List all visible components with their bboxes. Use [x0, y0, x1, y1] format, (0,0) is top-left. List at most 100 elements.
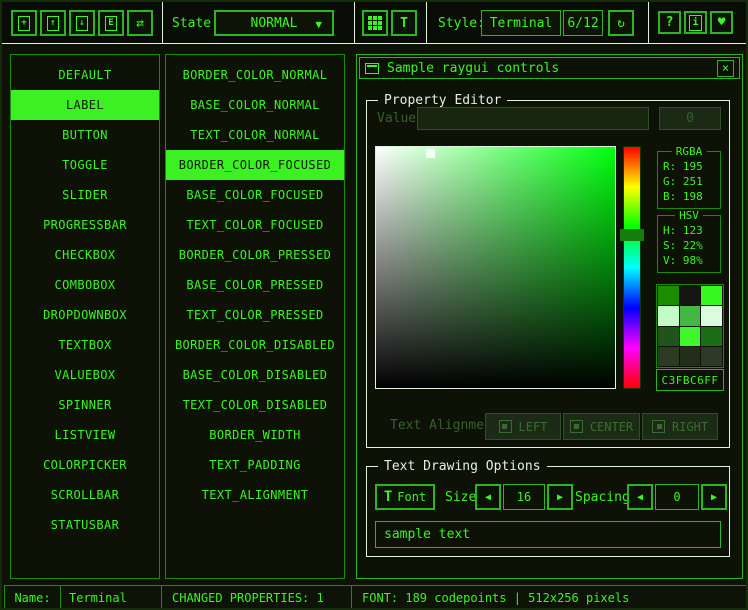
- hue-bar[interactable]: [623, 146, 641, 389]
- list-item-property[interactable]: BORDER_COLOR_DISABLED: [166, 330, 344, 360]
- load-style-button[interactable]: ↑: [40, 10, 66, 36]
- style-counter-box: 6/12: [563, 10, 603, 36]
- list-item-property[interactable]: BASE_COLOR_FOCUSED: [166, 180, 344, 210]
- list-item-textbox[interactable]: TEXTBOX: [11, 330, 159, 360]
- help-button[interactable]: ?: [658, 11, 681, 34]
- palette-swatch[interactable]: [658, 306, 679, 325]
- list-item-colorpicker[interactable]: COLORPICKER: [11, 450, 159, 480]
- list-item-property[interactable]: TEXT_COLOR_FOCUSED: [166, 210, 344, 240]
- spacing-value: 0: [673, 490, 680, 504]
- palette-swatch[interactable]: [658, 286, 679, 305]
- controls-list: DEFAULT LABEL BUTTON TOGGLE SLIDER PROGR…: [10, 54, 160, 579]
- list-item-scrollbar[interactable]: SCROLLBAR: [11, 480, 159, 510]
- list-item-property[interactable]: TEXT_COLOR_PRESSED: [166, 300, 344, 330]
- list-item-property[interactable]: BORDER_COLOR_PRESSED: [166, 240, 344, 270]
- sponsor-button[interactable]: ♥: [710, 11, 733, 34]
- export-style-button[interactable]: E: [98, 10, 124, 36]
- list-item-property[interactable]: BASE_COLOR_NORMAL: [166, 90, 344, 120]
- color-picker-panel[interactable]: [375, 146, 616, 389]
- color-picker-cursor[interactable]: [426, 149, 435, 158]
- font-editor-button[interactable]: T: [391, 10, 417, 36]
- save-style-button[interactable]: ↓: [69, 10, 95, 36]
- list-item-property[interactable]: TEXT_COLOR_NORMAL: [166, 120, 344, 150]
- window-titlebar[interactable]: Sample raygui controls ×: [359, 57, 740, 79]
- statusbar-name-value: Terminal: [60, 585, 162, 610]
- list-item-property[interactable]: BORDER_COLOR_NORMAL: [166, 60, 344, 90]
- toolbar-separator: [162, 2, 163, 43]
- palette-swatch[interactable]: [658, 347, 679, 366]
- font-button[interactable]: T Font: [375, 484, 435, 510]
- window-title: Sample raygui controls: [387, 61, 559, 76]
- list-item-property-selected[interactable]: BORDER_COLOR_FOCUSED: [166, 150, 344, 180]
- align-center-text: CENTER: [590, 420, 633, 434]
- palette-swatch[interactable]: [680, 327, 701, 346]
- reload-icon: ↻: [617, 16, 625, 31]
- list-item-listview[interactable]: LISTVIEW: [11, 420, 159, 450]
- palette-swatch[interactable]: [701, 306, 722, 325]
- list-item-statusbar[interactable]: STATUSBAR: [11, 510, 159, 540]
- palette-swatch[interactable]: [680, 306, 701, 325]
- arrow-right-icon: ▶: [711, 492, 717, 503]
- align-left-button[interactable]: LEFT: [485, 413, 561, 440]
- size-increase-button[interactable]: ▶: [547, 484, 573, 510]
- list-item-property[interactable]: TEXT_ALIGNMENT: [166, 480, 344, 510]
- value-box[interactable]: 0: [659, 107, 721, 130]
- hex-value-box[interactable]: C3FBC6FF: [656, 369, 724, 391]
- list-item-dropdownbox[interactable]: DROPDOWNBOX: [11, 300, 159, 330]
- sample-text-input[interactable]: sample text: [375, 521, 721, 548]
- align-left-text: LEFT: [519, 420, 548, 434]
- reload-style-button[interactable]: ↻: [608, 10, 634, 36]
- list-item-property[interactable]: BASE_COLOR_PRESSED: [166, 270, 344, 300]
- spacing-decrease-button[interactable]: ◀: [627, 484, 653, 510]
- rgba-row-r: R: 195: [663, 159, 720, 174]
- list-item-property[interactable]: BASE_COLOR_DISABLED: [166, 360, 344, 390]
- about-button[interactable]: i: [684, 11, 707, 34]
- list-item-property[interactable]: TEXT_PADDING: [166, 450, 344, 480]
- randomize-style-button[interactable]: ⇄: [127, 10, 153, 36]
- list-item-property[interactable]: BORDER_WIDTH: [166, 420, 344, 450]
- hue-cursor[interactable]: [620, 229, 644, 241]
- value-slider[interactable]: [417, 107, 649, 130]
- close-button[interactable]: ×: [717, 60, 734, 77]
- size-value-box[interactable]: 16: [503, 484, 545, 510]
- palette-swatch[interactable]: [680, 347, 701, 366]
- style-label: Style:: [438, 2, 485, 44]
- font-info-text: FONT: 189 codepoints | 512x256 pixels: [362, 591, 629, 605]
- list-item-combobox[interactable]: COMBOBOX: [11, 270, 159, 300]
- list-item-progressbar[interactable]: PROGRESSBAR: [11, 210, 159, 240]
- info-icon: i: [689, 15, 702, 31]
- size-decrease-button[interactable]: ◀: [475, 484, 501, 510]
- palette-swatch[interactable]: [701, 286, 722, 305]
- export-file-icon: E: [105, 16, 117, 31]
- list-item-button[interactable]: BUTTON: [11, 120, 159, 150]
- palette-swatch[interactable]: [680, 286, 701, 305]
- list-item-property[interactable]: TEXT_COLOR_DISABLED: [166, 390, 344, 420]
- align-right-button[interactable]: RIGHT: [642, 413, 718, 440]
- list-item-valuebox[interactable]: VALUEBOX: [11, 360, 159, 390]
- state-value: NORMAL: [251, 16, 298, 31]
- palette-swatch[interactable]: [701, 347, 722, 366]
- spacing-increase-button[interactable]: ▶: [701, 484, 727, 510]
- palette-swatch[interactable]: [658, 327, 679, 346]
- list-item-toggle[interactable]: TOGGLE: [11, 150, 159, 180]
- arrow-left-icon: ◀: [637, 492, 643, 503]
- sample-controls-window: Sample raygui controls × Property Editor…: [356, 54, 743, 579]
- list-item-label[interactable]: LABEL: [11, 90, 159, 120]
- arrow-right-icon: ▶: [557, 492, 563, 503]
- list-item-checkbox[interactable]: CHECKBOX: [11, 240, 159, 270]
- spacing-value-box[interactable]: 0: [655, 484, 699, 510]
- palette-swatch[interactable]: [701, 327, 722, 346]
- style-name-box[interactable]: Terminal: [481, 10, 561, 36]
- toggle-grid-button[interactable]: [362, 10, 388, 36]
- list-item-spinner[interactable]: SPINNER: [11, 390, 159, 420]
- value-box-text: 0: [686, 111, 694, 126]
- rgba-row-g: G: 251: [663, 174, 720, 189]
- list-item-default[interactable]: DEFAULT: [11, 60, 159, 90]
- new-style-button[interactable]: +: [11, 10, 37, 36]
- align-center-button[interactable]: CENTER: [563, 413, 640, 440]
- align-left-icon: [499, 420, 512, 433]
- state-dropdown[interactable]: NORMAL ▼: [214, 10, 334, 36]
- list-item-slider[interactable]: SLIDER: [11, 180, 159, 210]
- property-editor-title: Property Editor: [378, 93, 507, 108]
- rgba-box: RGBA R: 195 G: 251 B: 198: [657, 151, 721, 209]
